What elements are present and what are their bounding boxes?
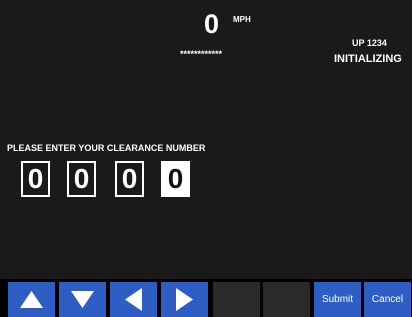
train-id: UP 1234	[352, 38, 387, 48]
masked-field: ************	[180, 49, 223, 59]
clearance-digit-3[interactable]: 0	[115, 161, 144, 197]
empty-button-2	[263, 282, 310, 317]
triangle-right-icon	[176, 288, 193, 311]
right-button[interactable]	[161, 282, 208, 317]
clearance-digit-1[interactable]: 0	[21, 161, 50, 197]
left-button[interactable]	[110, 282, 157, 317]
display-screen: 0 MPH ************ UP 1234 INITIALIZING …	[0, 0, 412, 317]
clearance-digit-2[interactable]: 0	[67, 161, 96, 197]
speed-unit: MPH	[233, 15, 251, 24]
clearance-digit-4[interactable]: 0	[161, 161, 190, 197]
triangle-up-icon	[20, 291, 43, 308]
down-button[interactable]	[59, 282, 106, 317]
cancel-button[interactable]: Cancel	[364, 282, 411, 317]
clearance-prompt: PLEASE ENTER YOUR CLEARANCE NUMBER	[7, 143, 206, 153]
submit-button[interactable]: Submit	[314, 282, 361, 317]
status-state: INITIALIZING	[334, 53, 402, 65]
submit-label: Submit	[321, 294, 354, 305]
cancel-label: Cancel	[371, 294, 404, 305]
triangle-left-icon	[125, 288, 142, 311]
triangle-down-icon	[71, 291, 94, 308]
empty-button-1	[213, 282, 260, 317]
up-button[interactable]	[8, 282, 55, 317]
speed-value: 0	[204, 9, 220, 39]
